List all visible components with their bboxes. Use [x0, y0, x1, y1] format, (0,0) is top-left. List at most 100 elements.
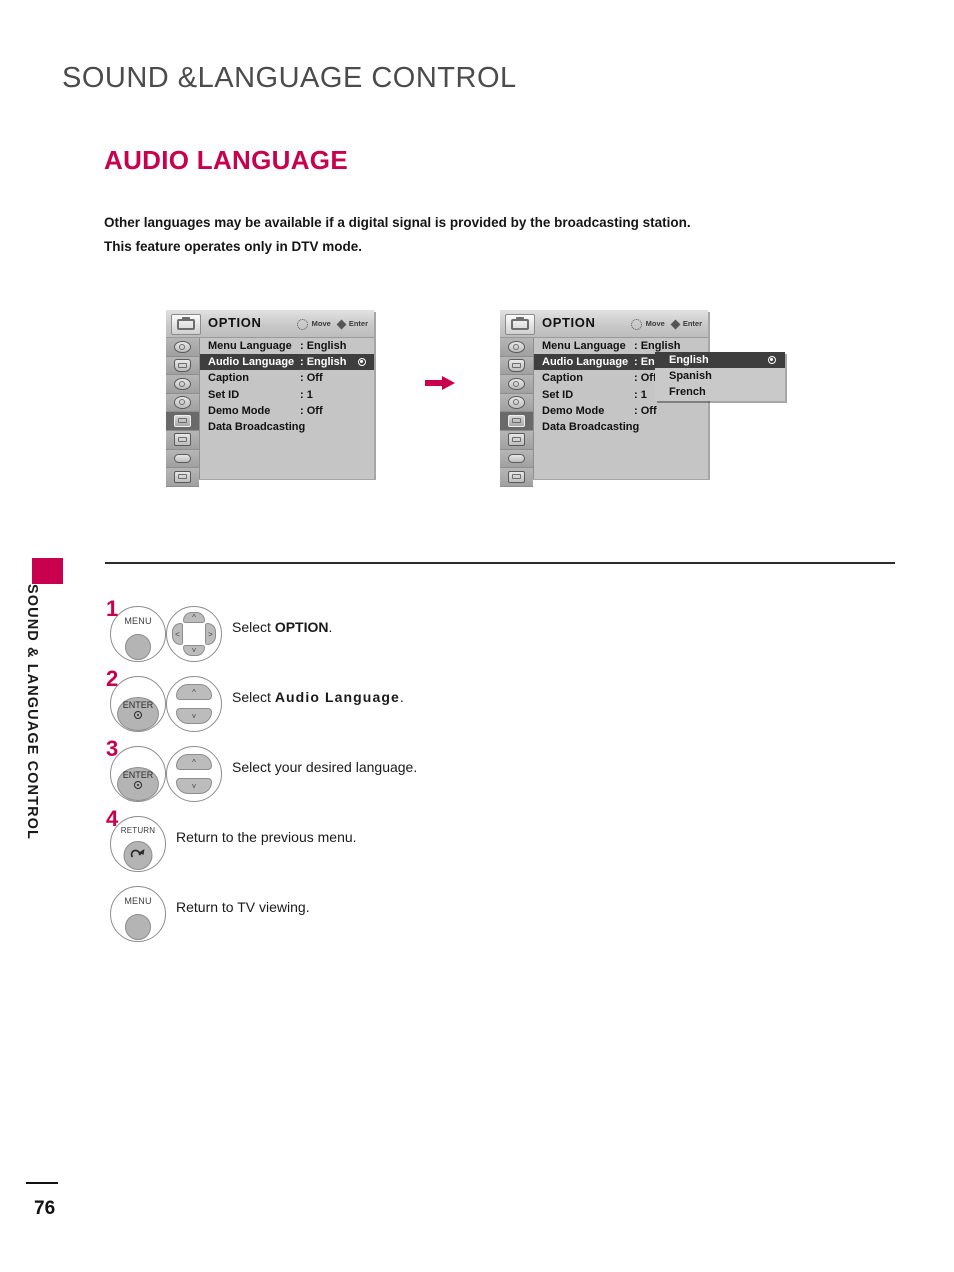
osd-row-value: : Off [300, 404, 323, 417]
step-number: 4 [106, 806, 119, 831]
osd-body: Menu Language : English Audio Language :… [166, 338, 374, 487]
osd-category-rail [500, 338, 534, 487]
rail-item-screen[interactable] [166, 356, 199, 376]
return-button-knob [123, 841, 153, 870]
osd-row-label: Audio Language [542, 356, 629, 369]
step-instruction: Return to the previous menu. [176, 829, 357, 845]
step-2: 2 ENTER ^ ˅ Select Audio Language. [104, 666, 904, 740]
osd-row-demo-mode[interactable]: Demo Mode : Off [200, 403, 374, 419]
menu-button-label: MENU [124, 616, 152, 626]
osd-title: OPTION [208, 315, 262, 330]
rail-item-picture[interactable] [500, 338, 533, 357]
step-instruction: Select Audio Language. [232, 689, 404, 705]
clock-icon [508, 396, 525, 409]
hint-enter-label: Enter [682, 319, 702, 328]
step-text-emphasis: OPTION [274, 619, 329, 635]
osd-row-value: : English [300, 356, 347, 369]
rail-item-screen[interactable] [500, 356, 533, 376]
osd-navigation-hint: Move Enter [296, 318, 368, 330]
osd-row-label: Menu Language [208, 340, 292, 353]
menu-button[interactable]: MENU [110, 886, 166, 942]
rail-item-input[interactable] [166, 449, 199, 469]
menu-button-label: MENU [124, 896, 152, 906]
step-number: 1 [106, 596, 119, 621]
hint-move-label: Move [645, 319, 665, 328]
osd-row-label: Set ID [542, 388, 574, 401]
osd-row-label: Set ID [208, 388, 240, 401]
dropdown-option-english[interactable]: English [655, 352, 785, 369]
osd-row-value: : Off [300, 372, 323, 385]
selected-marker-icon [358, 358, 366, 367]
osd-row-audio-language[interactable]: Audio Language : English [200, 354, 374, 371]
menu-button-knob [125, 634, 151, 660]
return-button[interactable]: RETURN [110, 816, 166, 872]
page-number: 76 [34, 1198, 56, 1219]
step-text-prefix: Select [232, 689, 275, 705]
usb-icon [174, 470, 191, 484]
step-number: 2 [106, 666, 119, 691]
dpad-left-icon[interactable]: ˂ [172, 623, 183, 645]
side-tab-label: SOUND & LANGUAGE CONTROL [24, 584, 40, 840]
hint-enter-label: Enter [348, 319, 368, 328]
dpad-up-icon[interactable]: ^ [183, 612, 205, 623]
rail-item-picture[interactable] [166, 338, 199, 357]
osd-item-list: Menu Language : English Audio Language :… [200, 338, 374, 479]
dpad-updown[interactable]: ^ ˅ [166, 676, 222, 732]
rail-item-lock[interactable] [500, 430, 533, 450]
rail-item-audio[interactable] [500, 375, 533, 394]
intro-paragraph: Other languages may be available if a di… [104, 211, 804, 259]
selected-marker-icon [768, 356, 776, 365]
rail-item-usb[interactable] [166, 468, 199, 487]
enter-button-label: ENTER [122, 700, 154, 710]
osd-category-rail [166, 338, 200, 487]
menu-button[interactable]: MENU [110, 606, 166, 662]
osd-row-value: : Off [634, 404, 657, 417]
screen-icon [174, 359, 191, 372]
option-toolbox-icon [171, 314, 201, 335]
option-icon [508, 414, 525, 428]
dropdown-option-spanish[interactable]: Spanish [655, 368, 785, 384]
osd-row-demo-mode[interactable]: Demo Mode : Off [534, 403, 708, 419]
dpad-down-icon[interactable]: ˅ [176, 708, 212, 724]
intro-line-1: Other languages may be available if a di… [104, 215, 691, 230]
dpad-updown[interactable]: ^ ˅ [166, 746, 222, 802]
rail-item-lock[interactable] [166, 430, 199, 450]
dpad-up-icon[interactable]: ^ [176, 754, 212, 770]
clock-icon [174, 396, 191, 409]
audio-icon [508, 377, 525, 391]
rail-item-option[interactable] [500, 412, 533, 431]
enter-button[interactable]: ENTER [110, 746, 166, 802]
move-dpad-icon [296, 319, 308, 330]
osd-row-label: Data Broadcasting [208, 421, 306, 434]
step-number: 3 [106, 736, 119, 761]
rail-item-input[interactable] [500, 449, 533, 469]
osd-navigation-hint: Move Enter [630, 318, 702, 330]
option-toolbox-icon [505, 314, 535, 335]
step-3: 3 ENTER ^ ˅ Select your desired language… [104, 736, 904, 810]
osd-row-caption[interactable]: Caption : Off [200, 370, 374, 386]
rail-item-usb[interactable] [500, 468, 533, 487]
osd-row-menu-language[interactable]: Menu Language : English [200, 338, 374, 354]
return-button-label: RETURN [120, 826, 156, 835]
osd-menu-before: OPTION Move Enter Menu Language : Englis… [166, 310, 374, 487]
osd-row-label: Caption [542, 372, 583, 385]
osd-row-label: Demo Mode [208, 404, 271, 417]
enter-button[interactable]: ENTER [110, 676, 166, 732]
rail-item-audio[interactable] [166, 375, 199, 394]
dpad-up-icon[interactable]: ^ [176, 684, 212, 700]
flow-arrow-icon [425, 376, 455, 390]
osd-row-label: Menu Language [542, 340, 626, 353]
rail-item-time[interactable] [500, 393, 533, 413]
rail-item-time[interactable] [166, 393, 199, 413]
lock-icon [508, 433, 525, 446]
osd-row-data-broadcasting[interactable]: Data Broadcasting [200, 419, 374, 435]
rail-item-option[interactable] [166, 412, 199, 431]
dpad-down-icon[interactable]: ˅ [176, 778, 212, 794]
osd-row-data-broadcasting[interactable]: Data Broadcasting [534, 419, 708, 435]
osd-row-set-id[interactable]: Set ID : 1 [200, 387, 374, 403]
step-text-prefix: Return to TV viewing. [176, 899, 310, 915]
osd-row-value: : 1 [634, 388, 647, 401]
dpad-4way[interactable]: ^ ˅ ˂ ˃ [166, 606, 222, 662]
osd-row-label: Demo Mode [542, 404, 605, 417]
dropdown-option-french[interactable]: French [655, 384, 785, 400]
